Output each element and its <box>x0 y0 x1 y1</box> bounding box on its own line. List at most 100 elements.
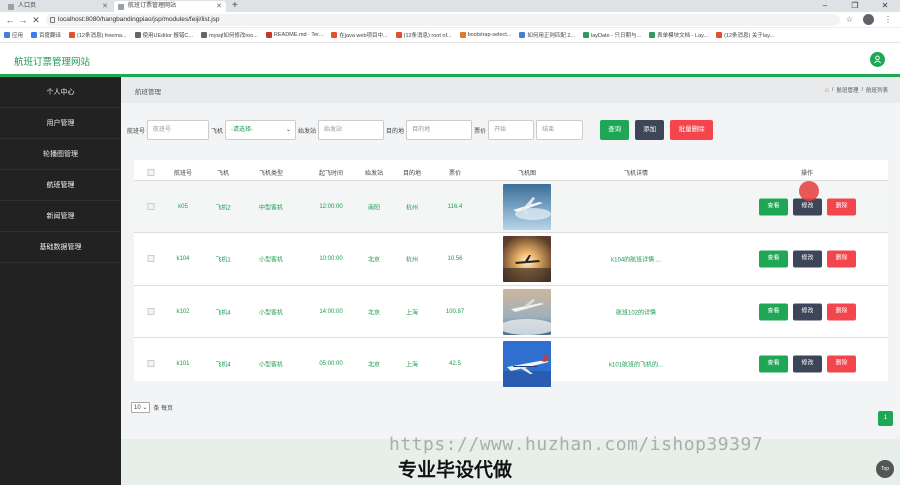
bookmark-item[interactable]: (12条消息) root of... <box>395 31 452 39</box>
cell-plane: 飞机4 <box>215 362 231 368</box>
bookmark-item[interactable]: mysql如何修改roo... <box>200 31 258 39</box>
cell-destination: 上海 <box>405 310 419 316</box>
sidebar-item-base-data[interactable]: 基础数据管理 <box>0 232 121 263</box>
depart-input[interactable]: 始发站 <box>318 120 385 140</box>
browser-tab-active[interactable]: 航班订票管理网站 ✕ <box>114 1 226 12</box>
delete-button[interactable]: 删除 <box>827 303 856 320</box>
table-row[interactable]: k104 飞机1 小型客机 10:00:00 北京 杭州 10.56 k104的航班详情 ..… <box>134 232 888 284</box>
bookmark-item[interactable]: 如何用正则匹配 2... <box>519 31 575 39</box>
home-icon[interactable]: ⌂ <box>825 87 829 94</box>
bookmark-item[interactable]: 百度翻译 <box>31 31 61 39</box>
plane-select[interactable]: -请选择- ⌄ <box>225 120 297 140</box>
delete-button[interactable]: 删除 <box>827 198 856 215</box>
bookmark-label: 应用 <box>12 33 24 39</box>
bookmark-star-icon[interactable]: ☆ <box>846 14 853 26</box>
row-checkbox[interactable] <box>147 360 155 367</box>
edit-button[interactable]: 修改 <box>793 250 822 267</box>
plane-image[interactable] <box>503 340 551 387</box>
cell-flight-no: k101 <box>176 360 190 367</box>
flight-no-input[interactable]: 航班号 <box>147 120 210 140</box>
edit-button[interactable]: 修改 <box>793 303 822 320</box>
url-field[interactable]: localhost:8080/hangbandingpiao/jsp/modul… <box>46 14 840 26</box>
cell-flight-no: k102 <box>176 308 190 315</box>
bookmark-favicon-icon <box>31 32 38 38</box>
table-row[interactable]: k05 飞机2 中型客机 12:00:00 南阳 杭州 116.4 查看 修改 删除 <box>134 180 888 232</box>
sidebar-item-flights[interactable]: 航班管理 <box>0 170 121 201</box>
sidebar-item-personal-center[interactable]: 个人中心 <box>0 77 121 108</box>
view-button[interactable]: 查看 <box>759 250 788 267</box>
apps-bookmark[interactable]: 应用 <box>4 31 23 39</box>
minimize-icon[interactable]: – <box>810 0 840 12</box>
chevron-down-icon: ⌄ <box>286 127 292 133</box>
delete-button[interactable]: 删除 <box>827 250 856 267</box>
sidebar-item-carousel[interactable]: 轮播图管理 <box>0 139 121 170</box>
row-checkbox[interactable] <box>147 255 155 262</box>
plane-image[interactable] <box>503 288 551 335</box>
bookmark-favicon-icon <box>134 32 141 38</box>
profile-avatar-icon[interactable] <box>863 14 874 25</box>
row-checkbox[interactable] <box>147 203 155 210</box>
price-start-input[interactable]: 开始 <box>488 120 535 140</box>
view-button[interactable]: 查看 <box>759 303 788 320</box>
window-controls: – ❐ ✕ <box>810 0 900 12</box>
page-size-select[interactable]: 10 ⌄ <box>131 402 151 413</box>
price-end-input[interactable]: 结束 <box>536 120 584 140</box>
dest-input[interactable]: 目的地 <box>406 120 473 140</box>
edit-button[interactable]: 修改 <box>793 355 822 372</box>
back-icon[interactable]: ← <box>4 14 16 26</box>
page-number-button[interactable]: 1 <box>878 411 893 426</box>
cell-plane-type: 小型客机 <box>258 362 284 368</box>
browser-tab[interactable]: 人口页 ✕ <box>4 1 112 12</box>
new-tab-button[interactable]: + <box>232 0 238 12</box>
user-icon[interactable] <box>870 52 885 67</box>
select-all-checkbox[interactable] <box>147 169 155 176</box>
sidebar-item-users[interactable]: 用户管理 <box>0 108 121 139</box>
back-to-top-button[interactable]: Top <box>876 460 894 478</box>
bookmark-item[interactable]: 使用UEditor 报错C... <box>134 31 193 39</box>
page-size-suffix: 条 每页 <box>153 406 174 412</box>
view-button[interactable]: 查看 <box>759 198 788 215</box>
forward-icon[interactable]: → <box>17 14 29 26</box>
bookmark-item[interactable]: (12条消息) 关于lay... <box>716 31 774 39</box>
cell-destination: 杭州 <box>405 257 419 263</box>
cell-depart-station: 北京 <box>367 310 381 316</box>
bookmark-item[interactable]: 在java web项目中... <box>331 31 388 39</box>
bookmark-label: 如何用正则匹配 2... <box>527 33 575 39</box>
close-tab-icon[interactable]: ✕ <box>102 1 108 12</box>
column-header-plane: 飞机 <box>216 171 230 177</box>
row-actions: 查看 修改 删除 <box>759 250 856 267</box>
mouse-cursor-highlight <box>799 181 819 201</box>
delete-button[interactable]: 删除 <box>827 355 856 372</box>
bookmark-item[interactable]: 表单模块文档 - Lay... <box>649 31 708 39</box>
cell-price: 42.5 <box>449 360 461 367</box>
bookmark-favicon-icon <box>200 32 207 38</box>
bookmark-item[interactable]: (12条消息) freema... <box>69 31 127 39</box>
view-button[interactable]: 查看 <box>759 355 788 372</box>
add-button[interactable]: 添加 <box>635 120 665 140</box>
menu-dots-icon[interactable]: ⋮ <box>884 14 892 26</box>
maximize-icon[interactable]: ❐ <box>840 0 870 12</box>
cell-price: 100.87 <box>445 308 465 315</box>
cell-depart-station: 南阳 <box>367 205 381 211</box>
sidebar: 个人中心 用户管理 轮播图管理 航班管理 新闻管理 基础数据管理 <box>0 77 121 485</box>
row-checkbox[interactable] <box>147 308 155 315</box>
page-favicon-icon <box>118 4 124 10</box>
batch-delete-button[interactable]: 批量删除 <box>670 120 714 140</box>
query-button[interactable]: 查询 <box>600 120 630 140</box>
plane-image[interactable] <box>503 183 551 230</box>
bookmark-label: mysql如何修改roo... <box>208 33 258 39</box>
bookmark-item[interactable]: layDate - 只日期与... <box>583 31 641 39</box>
breadcrumb-item[interactable]: 航班管理 <box>836 86 858 94</box>
bookmark-item[interactable]: bootstrap-select... <box>459 32 511 38</box>
bookmark-label: (12条消息) root of... <box>403 33 452 39</box>
close-load-icon[interactable]: ✕ <box>30 14 42 26</box>
bookmark-label: layDate - 只日期与... <box>591 33 642 39</box>
close-tab-icon[interactable]: ✕ <box>216 1 222 12</box>
close-window-icon[interactable]: ✕ <box>870 0 900 12</box>
cell-depart-station: 北京 <box>367 257 381 263</box>
bookmark-item[interactable]: README.md · Ter... <box>265 32 323 38</box>
table-row[interactable]: k101 飞机4 小型客机 05:00:00 北京 上海 42.5 k101航班的飞机的...… <box>134 337 888 389</box>
table-row[interactable]: k102 飞机4 小型客机 14:00:00 北京 上海 100.87 航班102的详情 查看修… <box>134 285 888 337</box>
plane-image[interactable] <box>503 235 551 282</box>
sidebar-item-news[interactable]: 新闻管理 <box>0 201 121 232</box>
